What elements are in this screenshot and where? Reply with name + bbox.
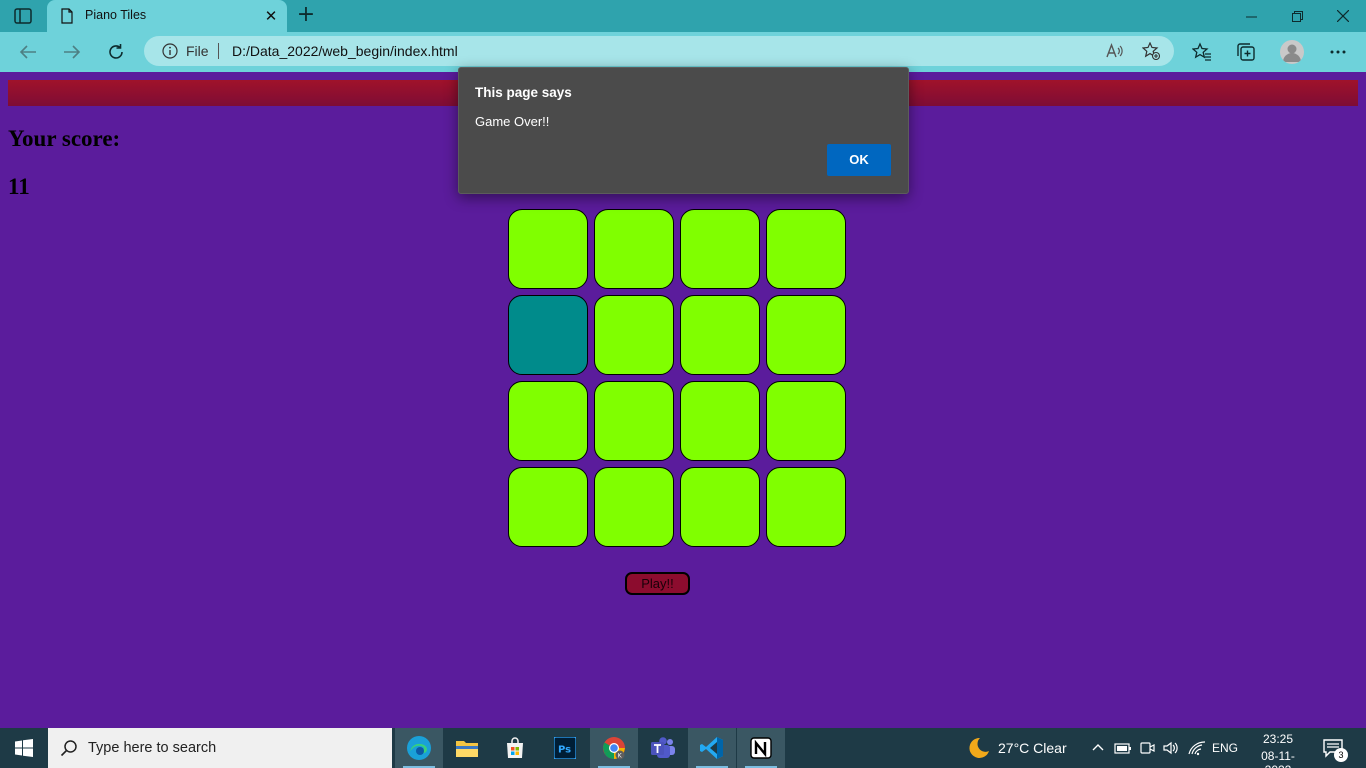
notification-badge: 3	[1334, 748, 1348, 762]
photoshop-icon[interactable]: Ps	[541, 728, 589, 768]
tab-close-icon[interactable]: ✕	[263, 7, 279, 25]
vscode-icon[interactable]	[688, 728, 736, 768]
score-value: 11	[8, 174, 30, 199]
reload-button[interactable]	[102, 38, 130, 66]
tile-r2-c3[interactable]	[680, 295, 760, 375]
svg-text:Ps: Ps	[558, 745, 571, 756]
tile-r2-c2[interactable]	[594, 295, 674, 375]
tile-r4-c2[interactable]	[594, 467, 674, 547]
tile-r4-c4[interactable]	[766, 467, 846, 547]
play-button[interactable]: Play!!	[625, 572, 690, 595]
new-tab-icon[interactable]: +	[296, 4, 316, 26]
battery-icon[interactable]	[1114, 740, 1131, 756]
dialog-title: This page says	[475, 85, 572, 100]
restore-button[interactable]	[1274, 0, 1320, 32]
info-icon[interactable]	[162, 43, 178, 59]
start-button[interactable]	[0, 728, 48, 768]
tile-r4-c3[interactable]	[680, 467, 760, 547]
weather-text[interactable]: 27°C Clear	[998, 740, 1067, 756]
notion-icon[interactable]	[737, 728, 785, 768]
address-scheme-label: File	[186, 43, 209, 59]
tab-title: Piano Tiles	[85, 8, 147, 22]
alert-dialog: This page says Game Over!! OK	[458, 67, 909, 194]
meet-now-icon[interactable]	[1139, 740, 1155, 756]
dialog-message: Game Over!!	[475, 114, 550, 129]
close-window-button[interactable]	[1320, 0, 1366, 32]
taskbar: Type here to search Ps K 27°C Clear ENG …	[0, 728, 1366, 768]
tile-r3-c1[interactable]	[508, 381, 588, 461]
tab-actions-icon[interactable]	[14, 8, 32, 24]
browser-toolbar: File D:/Data_2022/web_begin/index.html	[0, 32, 1366, 72]
read-aloud-icon[interactable]	[1106, 43, 1124, 59]
tile-r1-c4[interactable]	[766, 209, 846, 289]
tile-r2-c4[interactable]	[766, 295, 846, 375]
forward-button[interactable]	[58, 38, 86, 66]
clock-time[interactable]: 23:25	[1263, 732, 1293, 746]
microsoft-store-icon[interactable]	[491, 728, 539, 768]
tile-r1-c3[interactable]	[680, 209, 760, 289]
chrome-icon[interactable]: K	[590, 728, 638, 768]
address-divider	[218, 43, 219, 59]
back-button[interactable]	[14, 38, 42, 66]
score-label: Your score:	[8, 126, 121, 151]
wifi-icon[interactable]	[1188, 740, 1206, 756]
tile-r4-c1[interactable]	[508, 467, 588, 547]
address-url[interactable]: D:/Data_2022/web_begin/index.html	[232, 43, 458, 59]
minimize-button[interactable]	[1228, 0, 1274, 32]
volume-icon[interactable]	[1162, 740, 1178, 756]
language-indicator[interactable]: ENG	[1212, 741, 1238, 755]
browser-tab[interactable]: Piano Tiles ✕	[47, 0, 287, 32]
clock-date[interactable]: 08-11-2022	[1248, 749, 1308, 768]
taskbar-search[interactable]: Type here to search	[48, 728, 392, 768]
file-explorer-icon[interactable]	[443, 728, 491, 768]
profile-avatar[interactable]	[1280, 40, 1304, 64]
tile-r3-c2[interactable]	[594, 381, 674, 461]
tile-r2-c1[interactable]	[508, 295, 588, 375]
page-icon	[59, 8, 75, 24]
favorites-icon[interactable]	[1191, 42, 1212, 62]
search-placeholder: Type here to search	[88, 740, 217, 756]
add-favorite-icon[interactable]	[1141, 41, 1161, 61]
tile-grid	[508, 209, 848, 549]
tile-r3-c3[interactable]	[680, 381, 760, 461]
more-options-icon[interactable]	[1328, 42, 1348, 62]
search-icon	[60, 739, 78, 757]
moon-weather-icon[interactable]	[966, 736, 990, 760]
edge-app-icon[interactable]	[395, 728, 443, 768]
browser-titlebar: Piano Tiles ✕ +	[0, 0, 1366, 32]
collections-icon[interactable]	[1236, 42, 1256, 62]
ok-button[interactable]: OK	[827, 144, 891, 176]
tile-r1-c2[interactable]	[594, 209, 674, 289]
tile-r3-c4[interactable]	[766, 381, 846, 461]
address-bar[interactable]: File D:/Data_2022/web_begin/index.html	[144, 36, 1174, 66]
chevron-up-icon[interactable]	[1090, 740, 1106, 756]
teams-icon[interactable]	[639, 728, 687, 768]
tile-r1-c1[interactable]	[508, 209, 588, 289]
